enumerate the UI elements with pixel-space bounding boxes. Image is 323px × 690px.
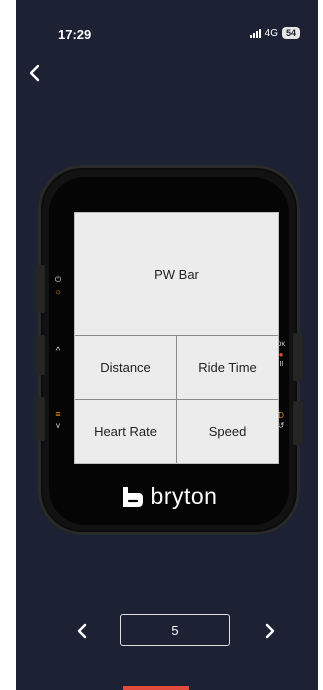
sun-icon: ☼ (54, 287, 62, 296)
back-button[interactable] (24, 62, 46, 84)
page-selector: 5 (16, 614, 318, 648)
ok-button[interactable] (293, 333, 303, 381)
menu-icon: ≡ (55, 409, 61, 419)
brand-logo: bryton (38, 483, 300, 510)
power-light-button[interactable] (35, 265, 45, 313)
data-field-heart-rate[interactable]: Heart Rate (75, 400, 177, 463)
signal-icon (249, 28, 261, 38)
power-icon: ⏻ (54, 275, 62, 284)
page-number[interactable]: 5 (120, 614, 230, 646)
back-lap-button[interactable] (293, 401, 303, 445)
brand-name: bryton (150, 483, 218, 509)
bottom-action-strip[interactable] (123, 686, 189, 690)
network-label: 4G (264, 27, 278, 39)
next-page-button[interactable] (260, 620, 280, 642)
chevron-left-icon (29, 64, 40, 82)
up-button[interactable] (35, 335, 45, 375)
chevron-right-icon (265, 623, 275, 639)
device-preview: ⏻ ☼ ^ ≡ v OK ● ॥ D ↺ PW Bar Distance Rid… (35, 165, 303, 535)
data-field-pw-bar[interactable]: PW Bar (75, 213, 278, 336)
app-screen: 17:29 4G 54 ⏻ ☼ ^ ≡ v OK ● ॥ D ↺ PW Bar (16, 0, 318, 690)
status-time: 17:29 (58, 27, 92, 42)
chevron-left-icon (77, 623, 87, 639)
bryton-logo-icon (122, 486, 143, 507)
previous-page-button[interactable] (72, 620, 92, 642)
data-field-speed[interactable]: Speed (177, 400, 278, 463)
chevron-up-icon: ^ (55, 346, 61, 357)
device-display: PW Bar Distance Ride Time Heart Rate Spe… (74, 212, 279, 464)
status-bar: 17:29 4G 54 (16, 0, 318, 56)
battery-icon: 54 (281, 27, 300, 39)
chevron-down-icon: v (56, 421, 60, 430)
data-field-distance[interactable]: Distance (75, 336, 177, 400)
menu-down-button[interactable] (35, 397, 45, 441)
status-indicators: 4G 54 (249, 27, 300, 39)
data-field-ride-time[interactable]: Ride Time (177, 336, 278, 400)
